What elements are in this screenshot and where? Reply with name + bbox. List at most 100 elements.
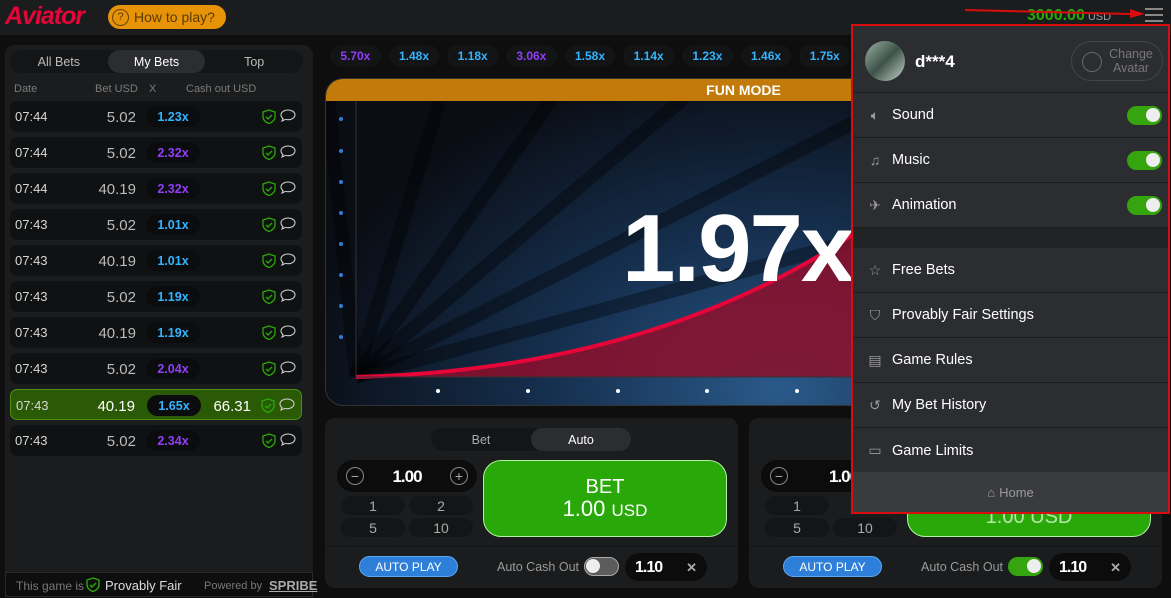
change-avatar-label: Change Avatar <box>1109 47 1153 75</box>
menu-item-game-limits[interactable]: ▭ Game Limits <box>853 428 1168 473</box>
avatar <box>865 41 905 81</box>
how-to-play-button[interactable]: ? How to play? <box>108 5 226 29</box>
chat-bubble-icon[interactable] <box>280 217 296 230</box>
chat-bubble-icon[interactable] <box>280 181 296 194</box>
menu-hamburger-icon[interactable] <box>1145 8 1163 22</box>
bet-amount: 40.19 <box>98 253 136 270</box>
auto-cash-out-toggle[interactable] <box>584 557 619 576</box>
provably-fair-shield-icon[interactable] <box>262 325 276 340</box>
auto-cash-out-toggle[interactable] <box>1008 557 1043 576</box>
auto-cash-out-input[interactable]: 1.10 ✕ <box>1049 553 1131 581</box>
menu-item-bet-history[interactable]: ↺ My Bet History <box>853 383 1168 428</box>
bet-time: 07:43 <box>15 433 48 448</box>
star-icon: ☆ <box>868 261 882 278</box>
history-multiplier[interactable]: 1.18x <box>447 45 499 67</box>
chat-bubble-icon[interactable] <box>280 109 296 122</box>
history-multiplier[interactable]: 1.58x <box>564 45 616 67</box>
cash-out-value[interactable]: 1.10 <box>1059 559 1087 577</box>
auto-play-button[interactable]: AUTO PLAY <box>359 556 458 577</box>
bet-amount: 5.02 <box>106 361 136 378</box>
tab-top[interactable]: Top <box>205 50 303 73</box>
aviator-logo[interactable]: Aviator <box>5 2 85 31</box>
provably-fair-shield-icon[interactable] <box>262 361 276 376</box>
document-icon: ▤ <box>868 351 882 368</box>
clear-icon[interactable]: ✕ <box>686 560 697 576</box>
auto-play-button[interactable]: AUTO PLAY <box>783 556 882 577</box>
quick-amount-2[interactable]: 2 <box>409 496 473 515</box>
history-multiplier[interactable]: 3.06x <box>506 45 557 67</box>
fun-mode-banner: FUN MODE <box>326 79 859 101</box>
auto-cash-out-label: Auto Cash Out <box>497 560 579 574</box>
chat-bubble-icon[interactable] <box>280 325 296 338</box>
bet-multiplier: 2.32x <box>146 178 200 199</box>
history-multiplier[interactable]: 1.46x <box>740 45 792 67</box>
provably-fair-shield-icon[interactable] <box>262 433 276 448</box>
quick-amount-5[interactable]: 5 <box>341 518 405 537</box>
tab-auto[interactable]: Auto <box>531 428 631 451</box>
bet-time: 07:44 <box>15 145 48 160</box>
quick-amount-5[interactable]: 5 <box>765 518 829 537</box>
x-axis-dots <box>436 389 799 393</box>
auto-cash-out-input[interactable]: 1.10 ✕ <box>625 553 707 581</box>
sound-toggle[interactable] <box>1127 106 1162 125</box>
free-bets-label: Free Bets <box>892 262 955 278</box>
bet-time: 07:44 <box>15 181 48 196</box>
home-label: Home <box>999 484 1034 500</box>
chat-bubble-icon[interactable] <box>280 433 296 446</box>
spribe-logo[interactable]: SPRIBE <box>269 578 317 593</box>
quick-amount-10[interactable]: 10 <box>409 518 473 537</box>
chat-bubble-icon[interactable] <box>280 361 296 374</box>
chat-bubble-icon[interactable] <box>280 289 296 302</box>
chat-bubble-icon[interactable] <box>279 398 295 411</box>
menu-item-game-rules[interactable]: ▤ Game Rules <box>853 338 1168 383</box>
quick-amount-1[interactable]: 1 <box>341 496 405 515</box>
col-cashout: Cash out USD <box>186 83 257 95</box>
col-bet: Bet USD <box>95 83 138 95</box>
col-x: X <box>149 83 157 95</box>
bet-button[interactable]: BET 1.00 USD <box>483 460 727 537</box>
provably-fair-shield-icon[interactable] <box>262 217 276 232</box>
provably-fair-shield-icon[interactable] <box>262 145 276 160</box>
tab-my-bets[interactable]: My Bets <box>107 50 206 73</box>
music-toggle[interactable] <box>1127 151 1162 170</box>
quick-amount-1[interactable]: 1 <box>765 496 829 515</box>
animation-toggle[interactable] <box>1127 196 1162 215</box>
provably-fair-link[interactable]: Provably Fair <box>105 578 182 593</box>
history-multiplier[interactable]: 1.75x <box>799 45 851 67</box>
menu-item-music[interactable]: ♫ Music <box>853 138 1168 183</box>
provably-fair-shield-icon[interactable] <box>262 109 276 124</box>
quick-amount-10[interactable]: 10 <box>833 518 897 537</box>
tab-bet[interactable]: Bet <box>431 428 531 451</box>
provably-fair-shield-icon[interactable] <box>261 398 275 413</box>
menu-item-free-bets[interactable]: ☆ Free Bets <box>853 248 1168 293</box>
settings-menu: d***4 Change Avatar 🔈︎ Sound ♫ Music ✈︎ Ani… <box>851 24 1170 514</box>
question-icon: ? <box>112 8 129 26</box>
history-multiplier[interactable]: 1.23x <box>682 45 733 67</box>
change-avatar-button[interactable]: Change Avatar <box>1071 41 1163 81</box>
home-icon: ⌂ <box>987 484 996 500</box>
provably-fair-shield-icon[interactable] <box>262 181 276 196</box>
history-multiplier[interactable]: 5.70x <box>330 45 381 67</box>
menu-item-provably-fair[interactable]: ⛉ Provably Fair Settings <box>853 293 1168 338</box>
menu-item-animation[interactable]: ✈︎ Animation <box>853 183 1168 228</box>
menu-item-sound[interactable]: 🔈︎ Sound <box>853 93 1168 138</box>
how-to-play-label: How to play? <box>134 9 215 25</box>
history-multiplier[interactable]: 1.48x <box>388 45 440 67</box>
history-multiplier[interactable]: 1.14x <box>623 45 675 67</box>
plus-icon[interactable]: + <box>450 467 468 485</box>
game-canvas: FUN MODE 1.97x <box>325 78 860 406</box>
provably-fair-shield-icon[interactable] <box>262 253 276 268</box>
chat-bubble-icon[interactable] <box>280 253 296 266</box>
provably-fair-shield-icon[interactable] <box>262 289 276 304</box>
stake-stepper[interactable]: − 1.00 + <box>337 460 477 492</box>
bet-multiplier: 1.65x <box>147 395 201 416</box>
bet-amount: 5.02 <box>106 433 136 450</box>
home-button[interactable]: ⌂ Home <box>853 472 1168 512</box>
bet-multiplier: 1.23x <box>146 106 200 127</box>
cash-out-value[interactable]: 1.10 <box>635 559 663 577</box>
chat-bubble-icon[interactable] <box>280 145 296 158</box>
tab-all-bets[interactable]: All Bets <box>10 50 108 73</box>
game-limits-label: Game Limits <box>892 442 974 459</box>
minus-icon[interactable]: − <box>770 467 788 485</box>
clear-icon[interactable]: ✕ <box>1110 560 1121 576</box>
